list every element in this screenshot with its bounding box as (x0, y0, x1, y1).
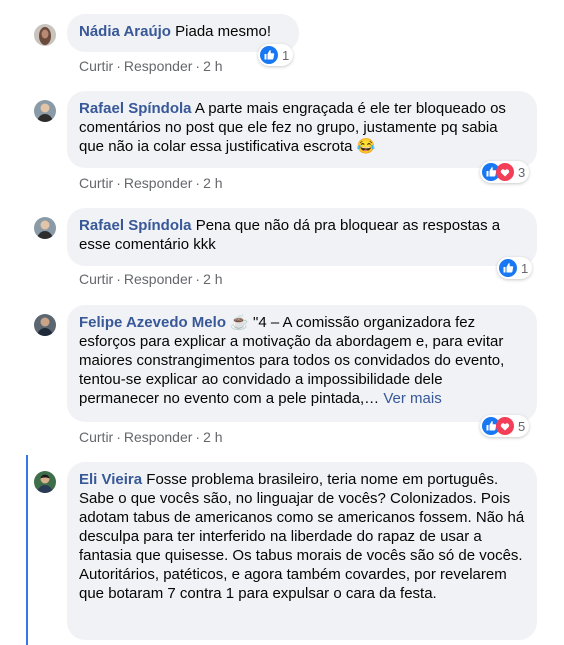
see-more-link[interactable]: Ver mais (383, 390, 441, 407)
like-link[interactable]: Curtir (79, 58, 113, 74)
laughing-emoji-icon: 😂 (356, 138, 376, 155)
avatar[interactable] (34, 314, 56, 336)
comment-bubble: Rafael Spíndola Pena que não dá pra bloq… (67, 208, 537, 266)
reaction-summary[interactable]: 1 (258, 44, 294, 66)
love-reaction-icon (496, 163, 514, 181)
reaction-count: 1 (521, 260, 529, 276)
avatar[interactable] (34, 471, 56, 493)
reaction-count: 3 (518, 164, 526, 180)
love-reaction-icon (496, 417, 514, 435)
avatar[interactable] (34, 217, 56, 239)
like-link[interactable]: Curtir (79, 429, 113, 445)
reply-link[interactable]: Responder (124, 271, 193, 287)
comment-author[interactable]: Eli Vieira (79, 471, 142, 488)
timestamp[interactable]: 2 h (203, 58, 222, 74)
reaction-count: 1 (282, 47, 290, 63)
timestamp[interactable]: 2 h (203, 175, 222, 191)
comment-bubble: Eli Vieira Fosse problema brasileiro, te… (67, 462, 537, 640)
reply-link[interactable]: Responder (124, 58, 193, 74)
reaction-summary[interactable]: 5 (480, 415, 530, 437)
comment-bubble: Felipe Azevedo Melo ☕ "4 – A comissão or… (67, 305, 537, 422)
reaction-count: 5 (518, 418, 526, 434)
like-reaction-icon (499, 259, 517, 277)
comment-actions: Curtir · Responder · 2 h (79, 58, 223, 74)
timestamp[interactable]: 2 h (203, 271, 222, 287)
thread-line (26, 455, 28, 645)
reaction-summary[interactable]: 3 (480, 161, 530, 183)
avatar[interactable] (34, 100, 56, 122)
like-link[interactable]: Curtir (79, 175, 113, 191)
comment-author[interactable]: Nádia Araújo (79, 23, 171, 40)
comment-actions: Curtir · Responder · 2 h (79, 429, 223, 445)
coffee-icon: ☕ (230, 314, 249, 331)
timestamp[interactable]: 2 h (203, 429, 222, 445)
like-reaction-icon (260, 46, 278, 64)
comment-text: Fosse problema brasileiro, teria nome em… (79, 471, 525, 602)
comment-actions: Curtir · Responder · 2 h (79, 271, 223, 287)
comment-author[interactable]: Rafael Spíndola (79, 217, 192, 234)
comment-author[interactable]: Felipe Azevedo Melo (79, 314, 226, 331)
comment-author[interactable]: Rafael Spíndola (79, 100, 192, 117)
like-link[interactable]: Curtir (79, 271, 113, 287)
comment-bubble: Rafael Spíndola A parte mais engraçada é… (67, 91, 537, 168)
reply-link[interactable]: Responder (124, 175, 193, 191)
comment-actions: Curtir · Responder · 2 h (79, 175, 223, 191)
comment-text: Piada mesmo! (175, 23, 272, 40)
reply-link[interactable]: Responder (124, 429, 193, 445)
reaction-summary[interactable]: 1 (497, 257, 533, 279)
avatar[interactable] (34, 24, 56, 46)
